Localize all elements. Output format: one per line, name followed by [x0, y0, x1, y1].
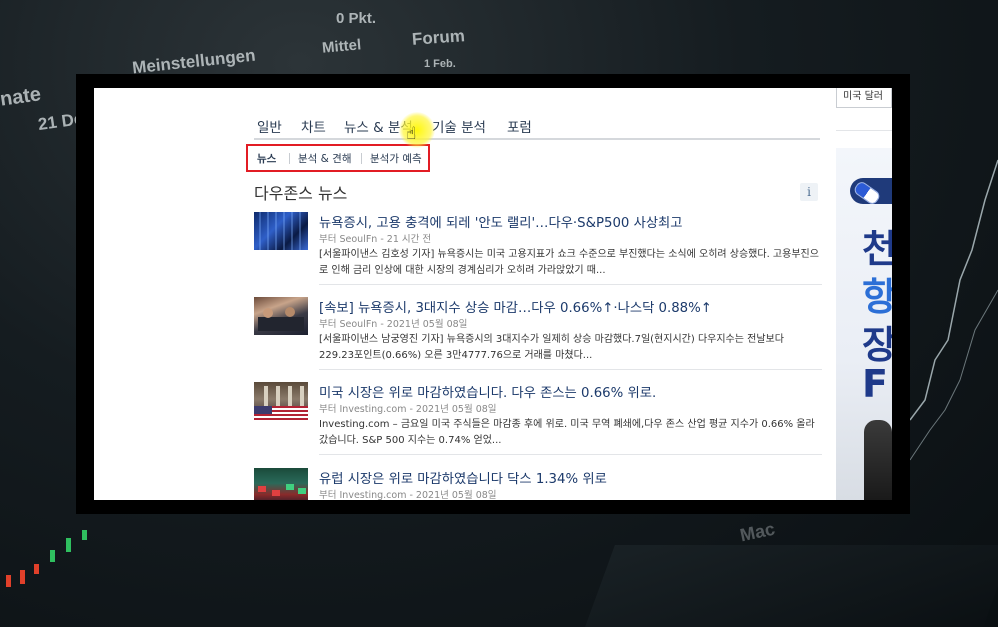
article-divider [319, 284, 822, 285]
subtab-news[interactable]: 뉴스 [257, 151, 276, 166]
search-input[interactable]: 미국 달러 [836, 88, 892, 108]
list-item: [속보] 뉴욕증시, 3대지수 상승 마감…다우 0.66%↑·나스닥 0.88… [254, 297, 822, 370]
article-thumbnail[interactable] [254, 297, 308, 335]
bg-chart-candles [0, 520, 120, 610]
info-icon[interactable]: i [800, 183, 818, 201]
article-meta: 부터 SeoulFn - 21 시간 전 [319, 234, 432, 245]
main-content: 일반 차트 뉴스 & 분석 기술 분석 포럼 뉴스 분석 & 견해 분석가 예측… [94, 88, 829, 500]
tab-general[interactable]: 일반 [257, 116, 282, 136]
article-snippet: [서울파이낸스 김호성 기자] 뉴욕증시는 미국 고용지표가 쇼크 수준으로 부… [319, 249, 819, 276]
bg-text-forum: Forum [411, 26, 466, 49]
bg-chart-lines [909, 100, 998, 500]
article-divider [319, 369, 822, 370]
highlighted-subtabs-box: 뉴스 분석 & 견해 분석가 예측 [246, 144, 430, 172]
bg-text-mittel: Mittel [321, 36, 362, 57]
article-headline[interactable]: 미국 시장은 위로 마감하였습니다. 다우 존스는 0.66% 위로. [319, 382, 656, 401]
article-meta: 부터 Investing.com - 2021년 05월 08일 [319, 404, 497, 415]
subtab-separator [289, 153, 290, 164]
bg-text-feb: 1 Feb. [424, 58, 456, 70]
ad-text: 천 [862, 227, 892, 271]
list-item: 유럽 시장은 위로 마감하였습니다 닥스 1.34% 위로 부터 Investi… [254, 468, 821, 500]
tab-chart[interactable]: 차트 [301, 116, 326, 136]
subtab-analyst-forecast[interactable]: 분석가 예측 [370, 151, 422, 166]
subtab-analysis-opinion[interactable]: 분석 & 견해 [298, 151, 352, 166]
article-meta: 부터 SeoulFn - 2021년 05월 08일 [319, 319, 468, 330]
article-meta: 부터 Investing.com - 2021년 05월 08일 [319, 490, 497, 500]
section-title: 다우존스 뉴스 [254, 184, 348, 203]
right-divider [836, 130, 892, 131]
subtab-separator [361, 153, 362, 164]
bg-text-points: 0 Pkt. [336, 10, 377, 27]
ad-text: 항 [862, 275, 892, 319]
article-headline[interactable]: 유럽 시장은 위로 마감하였습니다 닥스 1.34% 위로 [319, 468, 607, 487]
article-thumbnail[interactable] [254, 212, 308, 250]
article-headline[interactable]: [속보] 뉴욕증시, 3대지수 상승 마감…다우 0.66%↑·나스닥 0.88… [319, 297, 712, 316]
advertisement-banner[interactable]: 천 항 장 F [836, 148, 892, 500]
list-item: 뉴욕증시, 고용 충격에 되레 '안도 랠리'…다우·S&P500 사상최고 부… [254, 212, 822, 285]
ad-product-image [864, 420, 892, 500]
article-snippet: [서울파이낸스 남궁영진 기자] 뉴욕증시의 3대지수가 일제히 상승 마감했다… [319, 334, 784, 361]
primary-tabs: 일반 차트 뉴스 & 분석 기술 분석 포럼 [254, 116, 820, 140]
webpage: 일반 차트 뉴스 & 분석 기술 분석 포럼 뉴스 분석 & 견해 분석가 예측… [94, 88, 892, 500]
article-thumbnail[interactable] [254, 468, 308, 500]
ad-text: 장 [862, 323, 892, 367]
tab-forum[interactable]: 포럼 [507, 116, 532, 136]
article-headline[interactable]: 뉴욕증시, 고용 충격에 되레 '안도 랠리'…다우·S&P500 사상최고 [319, 212, 683, 231]
list-item: 미국 시장은 위로 마감하였습니다. 다우 존스는 0.66% 위로. 부터 I… [254, 382, 822, 455]
hand-cursor-icon: ☝ [406, 124, 417, 144]
tab-technical-analysis[interactable]: 기술 분석 [432, 116, 486, 136]
bg-keyboard [585, 545, 998, 627]
article-snippet: Investing.com – 금요일 미국 주식들은 마감종 후에 위로. 미… [319, 419, 815, 446]
article-thumbnail[interactable] [254, 382, 308, 420]
cursor-highlight [399, 112, 435, 148]
ad-text: F [862, 362, 888, 406]
article-divider [319, 454, 822, 455]
